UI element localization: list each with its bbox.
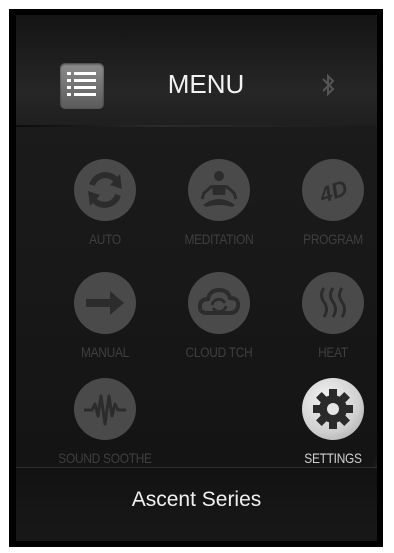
app-screen: MENU AUTO MEDITATION 4D PROGRAM MANUAL C… <box>16 15 377 541</box>
sound-circle <box>74 378 136 440</box>
tile-label-manual: MANUAL <box>80 344 130 360</box>
tile-label-program: PROGRAM <box>303 231 363 247</box>
tile-meditation[interactable]: MEDITATION <box>159 159 279 247</box>
menu-grid: AUTO MEDITATION 4D PROGRAM MANUAL CLOUD … <box>16 127 377 541</box>
header: MENU <box>16 15 377 125</box>
cloud-circle <box>188 272 250 334</box>
tile-label-meditation: MEDITATION <box>184 231 254 247</box>
soundwave-icon <box>84 394 126 426</box>
cloud-icon <box>197 287 241 315</box>
tile-label-heat: HEAT <box>318 344 348 360</box>
auto-circle <box>74 159 136 221</box>
tile-heat[interactable]: HEAT <box>273 272 377 360</box>
manual-circle <box>74 272 136 334</box>
svg-text:4D: 4D <box>315 175 351 208</box>
heat-icon <box>320 287 346 318</box>
device-frame: MENU AUTO MEDITATION 4D PROGRAM MANUAL C… <box>9 9 383 547</box>
footer-title: Ascent Series <box>131 488 262 511</box>
refresh-icon <box>88 172 122 208</box>
meditation-icon <box>200 171 238 207</box>
page-title: MENU <box>167 69 245 99</box>
tile-settings[interactable]: SETTINGS <box>273 378 377 466</box>
tile-label-auto: AUTO <box>89 231 121 247</box>
tile-label-settings: SETTINGS <box>304 450 362 466</box>
tile-auto[interactable]: AUTO <box>45 159 165 247</box>
arrow-right-icon <box>86 291 124 315</box>
tile-program[interactable]: 4D PROGRAM <box>273 159 377 247</box>
gear-icon <box>313 389 353 429</box>
bluetooth-icon[interactable] <box>316 71 340 99</box>
program-circle: 4D <box>302 159 364 221</box>
tile-label-sound-soothe: SOUND SOOTHE <box>58 450 152 466</box>
meditation-circle <box>188 159 250 221</box>
tile-sound-soothe[interactable]: SOUND SOOTHE <box>45 378 165 466</box>
tile-cloud-tch[interactable]: CLOUD TCH <box>159 272 279 360</box>
tile-manual[interactable]: MANUAL <box>45 272 165 360</box>
heat-circle <box>302 272 364 334</box>
settings-circle <box>302 378 364 440</box>
list-icon <box>67 72 96 96</box>
menu-button[interactable] <box>60 63 104 109</box>
footer: Ascent Series <box>16 467 377 541</box>
tile-label-cloud-tch: CLOUD TCH <box>185 344 253 360</box>
program-4d-icon: 4D <box>315 175 351 208</box>
